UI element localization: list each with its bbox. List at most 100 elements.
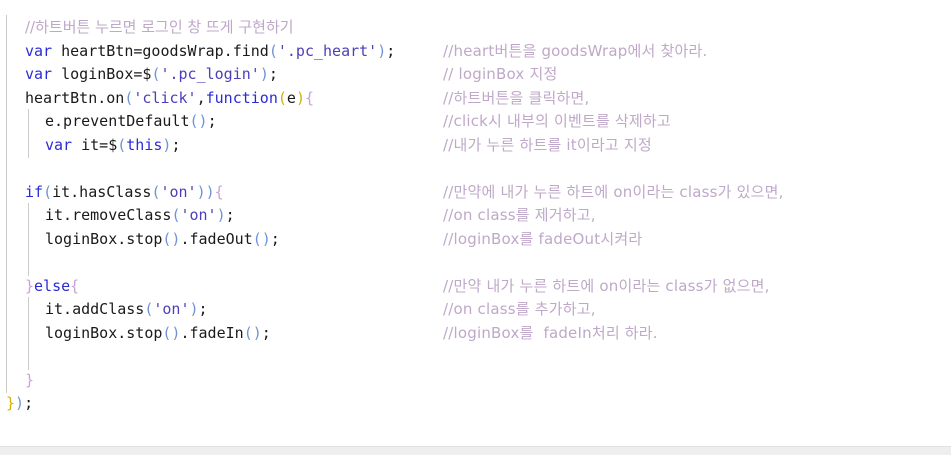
code-token: it.removeClass — [45, 206, 172, 224]
code-token: () — [162, 323, 181, 342]
code-text: if(it.hasClass('on')){ — [25, 181, 224, 204]
code-text: var heartBtn=goodsWrap.find('.pc_heart')… — [25, 40, 395, 63]
code-token: 'on' — [160, 182, 197, 201]
code-token: () — [189, 112, 208, 130]
code-token: var — [25, 41, 53, 60]
code-line[interactable] — [0, 157, 951, 180]
code-token: function — [205, 88, 278, 107]
code-text: var loginBox=$('.pc_login'); — [25, 63, 278, 86]
code-token: e.preventDefault — [45, 112, 190, 130]
code-text: var it=$(this); — [45, 134, 180, 157]
code-token: ; — [171, 135, 181, 154]
code-token: ) — [189, 300, 199, 318]
code-line[interactable]: var it=$(this); //내가 누른 하트를 it이라고 지정 — [0, 134, 951, 157]
code-token: ( — [277, 88, 287, 107]
code-token: '.pc_login' — [160, 65, 260, 83]
code-editor[interactable]: //하트버튼 누르면 로그인 창 뜨게 구현하기 var heartBtn=goo… — [0, 0, 951, 446]
code-line[interactable] — [0, 345, 951, 368]
code-line[interactable]: e.preventDefault(); //click시 내부의 이벤트를 삭제하… — [0, 110, 951, 133]
code-token: } — [25, 370, 35, 389]
code-token: ; — [225, 206, 235, 224]
code-token: heartBtn=goodsWrap.find — [52, 41, 269, 60]
code-comment: //만약 내가 누른 하트에 on이라는 class가 없으면, — [443, 276, 770, 295]
code-token: ( — [117, 135, 127, 154]
code-token: ) — [259, 65, 269, 83]
code-token: if — [25, 182, 44, 201]
code-token: ( — [268, 41, 278, 60]
code-line[interactable] — [0, 251, 951, 274]
indent-guide — [28, 109, 29, 158]
code-comment: //loginBox를 fadeIn처리 하라. — [443, 323, 658, 342]
code-token: } — [6, 394, 16, 412]
code-text: it.addClass('on'); — [45, 298, 208, 321]
code-token: () — [243, 323, 262, 342]
code-line[interactable]: heartBtn.on('click',function(e){//하트버튼을 … — [0, 87, 951, 110]
code-text: loginBox.stop().fadeIn(); — [45, 322, 271, 345]
code-token: fadeOut — [189, 229, 253, 248]
code-line[interactable]: }); — [0, 392, 951, 415]
code-token: ; — [207, 112, 217, 130]
code-line[interactable]: it.removeClass('on'); //on class를 제거하고, — [0, 204, 951, 227]
code-line[interactable]: it.addClass('on'); //on class를 추가하고, — [0, 298, 951, 321]
code-line[interactable]: //하트버튼 누르면 로그인 창 뜨게 구현하기 — [0, 16, 951, 39]
code-comment: //on class를 제거하고, — [443, 206, 596, 224]
code-comment: //on class를 추가하고, — [443, 300, 596, 318]
code-token: 'on' — [153, 300, 190, 318]
code-token: { — [304, 88, 314, 107]
code-token: { — [214, 182, 224, 201]
code-token: this — [126, 135, 163, 154]
code-token: it=$ — [72, 135, 118, 154]
code-comment: //click시 내부의 이벤트를 삭제하고 — [443, 112, 671, 130]
code-line[interactable]: loginBox.stop().fadeOut(); //loginBox를 fa… — [0, 228, 951, 251]
code-token: ) — [377, 41, 387, 60]
code-text: } — [25, 369, 34, 392]
code-token: , — [196, 88, 206, 107]
code-line[interactable]: } — [0, 369, 951, 392]
code-token: . — [180, 323, 190, 342]
code-comment: //loginBox를 fadeOut시켜라 — [443, 229, 643, 248]
code-token: 'click' — [133, 88, 197, 107]
code-comment: //하트버튼을 클릭하면, — [443, 88, 590, 107]
code-token: e — [286, 88, 296, 107]
code-token: 'on' — [180, 206, 217, 224]
code-line[interactable]: var heartBtn=goodsWrap.find('.pc_heart')… — [0, 40, 951, 63]
code-comment: //만약에 내가 누른 하트에 on이라는 class가 있으면, — [443, 182, 784, 201]
code-line[interactable]: }else{ //만약 내가 누른 하트에 on이라는 class가 없으면, — [0, 275, 951, 298]
code-token: it.addClass — [45, 300, 145, 318]
code-line[interactable]: if(it.hasClass('on')){//만약에 내가 누른 하트에 on… — [0, 181, 951, 204]
code-token: heartBtn.on — [25, 88, 125, 107]
code-token: '.pc_heart' — [277, 41, 378, 60]
code-token: ( — [43, 182, 53, 201]
code-token: ; — [24, 394, 34, 412]
code-token: ) — [15, 394, 25, 412]
code-text: heartBtn.on('click',function(e){ — [25, 87, 314, 110]
code-comment: //내가 누른 하트를 it이라고 지정 — [443, 135, 652, 154]
code-token: loginBox.stop — [45, 229, 163, 248]
code-token: ; — [198, 300, 208, 318]
code-token: () — [252, 229, 271, 248]
indent-guide — [28, 203, 29, 276]
code-token: ; — [270, 229, 280, 248]
code-token: ) — [216, 206, 226, 224]
indent-guide — [28, 297, 29, 370]
code-text: it.removeClass('on'); — [45, 204, 235, 227]
code-token: else — [34, 276, 71, 295]
code-token: it.hasClass — [52, 182, 152, 201]
code-comment: //heart버튼을 goodsWrap에서 찾아라. — [443, 41, 708, 60]
code-line[interactable]: loginBox.stop().fadeIn(); //loginBox를 fad… — [0, 322, 951, 345]
code-token: } — [25, 276, 35, 295]
code-token: ) — [295, 88, 305, 107]
code-line[interactable]: var loginBox=$('.pc_login'); // loginBox … — [0, 63, 951, 86]
code-comment: //하트버튼 누르면 로그인 창 뜨게 구현하기 — [25, 18, 294, 36]
code-comment: // loginBox 지정 — [443, 65, 558, 83]
code-text: }else{ — [25, 275, 79, 298]
code-token: var — [45, 135, 73, 154]
code-token: { — [70, 276, 80, 295]
code-token: )) — [196, 182, 215, 201]
code-token: ; — [261, 323, 271, 342]
code-text: loginBox.stop().fadeOut(); — [45, 228, 280, 251]
code-token: () — [162, 229, 181, 248]
code-token: fadeIn — [189, 323, 244, 342]
code-text: //하트버튼 누르면 로그인 창 뜨게 구현하기 — [25, 16, 294, 39]
code-token: ; — [386, 41, 396, 60]
